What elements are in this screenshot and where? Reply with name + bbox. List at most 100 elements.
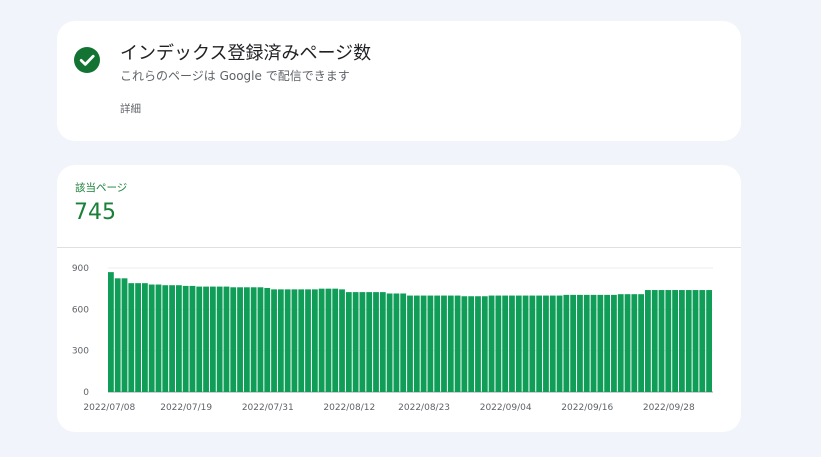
chart-bar[interactable] — [522, 295, 529, 392]
chart-bar[interactable] — [325, 288, 332, 392]
indexed-pages-chart-card: 該当ページ 745 0 300 600 900 2022/07/08 2022/07/19… — [57, 165, 741, 432]
chart-bar[interactable] — [277, 289, 284, 392]
chart-bar[interactable] — [631, 294, 638, 392]
metric-value: 745 — [74, 200, 116, 225]
chart-bar[interactable] — [345, 292, 352, 392]
chart-bar[interactable] — [209, 286, 216, 392]
chart-bar[interactable] — [291, 289, 298, 392]
chart-bar[interactable] — [243, 287, 250, 392]
chart-bar[interactable] — [135, 283, 141, 392]
chart-bar[interactable] — [481, 296, 488, 392]
chart-bar[interactable] — [305, 289, 311, 392]
chart-bar[interactable] — [407, 295, 413, 392]
chart-bar[interactable] — [488, 295, 495, 392]
chart-bar[interactable] — [672, 290, 679, 392]
chart-bar[interactable] — [617, 294, 624, 392]
chart-bar[interactable] — [230, 287, 237, 392]
chart-bar[interactable] — [393, 293, 400, 392]
chart-bar[interactable] — [549, 295, 556, 392]
chart-bar[interactable] — [332, 288, 339, 392]
chart-bar[interactable] — [386, 293, 393, 392]
chart-bar[interactable] — [597, 294, 604, 392]
chart-bar[interactable] — [651, 290, 658, 392]
chart-bar[interactable] — [624, 294, 631, 392]
chart-bar[interactable] — [556, 295, 563, 392]
status-subtitle: これらのページは Google で配信できます — [120, 69, 350, 83]
details-link[interactable]: 詳細 — [120, 102, 141, 116]
chart-bar[interactable] — [318, 288, 325, 392]
x-tick-label: 2022/09/16 — [561, 403, 613, 413]
chart-bar[interactable] — [216, 286, 223, 392]
chart-bar[interactable] — [563, 294, 570, 392]
chart-bar[interactable] — [699, 290, 706, 392]
chart-bar[interactable] — [509, 295, 515, 392]
chart-bar[interactable] — [441, 295, 447, 392]
x-tick-label: 2022/09/28 — [643, 403, 695, 413]
chart-bar[interactable] — [114, 278, 121, 392]
chart-bar[interactable] — [203, 286, 209, 392]
chart-bar[interactable] — [434, 295, 441, 392]
chart-bar[interactable] — [189, 285, 196, 392]
chart-bar[interactable] — [141, 283, 148, 392]
chart-bar[interactable] — [679, 290, 685, 392]
chart-bar[interactable] — [611, 294, 617, 392]
chart-bar[interactable] — [155, 284, 162, 392]
chart-bar[interactable] — [590, 294, 597, 392]
chart-bar[interactable] — [128, 283, 135, 392]
chart-bar[interactable] — [413, 295, 420, 392]
chart-bar[interactable] — [257, 287, 264, 392]
chart-bar[interactable] — [121, 278, 128, 392]
chart-bar[interactable] — [583, 294, 590, 392]
chart-bar[interactable] — [339, 289, 345, 392]
chart-bar[interactable] — [196, 286, 203, 392]
chart-bar[interactable] — [706, 290, 712, 392]
chart-bar[interactable] — [461, 296, 468, 392]
chart-bar[interactable] — [543, 295, 549, 392]
chart-bar[interactable] — [298, 289, 305, 392]
chart-bar[interactable] — [352, 292, 359, 392]
chart-bar[interactable] — [692, 290, 699, 392]
chart-bar[interactable] — [223, 286, 230, 392]
chart-bar[interactable] — [250, 287, 257, 392]
chart-bar[interactable] — [148, 284, 155, 392]
chart-bar[interactable] — [454, 295, 461, 392]
chart-bar[interactable] — [311, 289, 318, 392]
chart-bar[interactable] — [284, 289, 291, 392]
y-tick-label: 600 — [72, 305, 89, 315]
chart-bar[interactable] — [271, 289, 277, 392]
chart-bar[interactable] — [645, 290, 651, 392]
chart-bar[interactable] — [237, 287, 243, 392]
status-title: インデックス登録済みページ数 — [120, 43, 372, 64]
chart-bar[interactable] — [475, 296, 481, 392]
chart-bar[interactable] — [108, 272, 114, 392]
chart-bar[interactable] — [420, 295, 427, 392]
chart-bar[interactable] — [638, 294, 645, 392]
chart-bar[interactable] — [536, 295, 543, 392]
chart-bar[interactable] — [658, 290, 665, 392]
chart-bar[interactable] — [264, 287, 271, 392]
y-tick-label: 0 — [83, 388, 89, 398]
chart-bar[interactable] — [182, 285, 189, 392]
chart-bar[interactable] — [468, 296, 475, 392]
chart-bar[interactable] — [379, 292, 386, 392]
chart-bar[interactable] — [373, 292, 379, 392]
chart-bar[interactable] — [577, 294, 583, 392]
chart-bar[interactable] — [366, 292, 373, 392]
chart-bar[interactable] — [502, 295, 509, 392]
chart-bar[interactable] — [427, 295, 434, 392]
chart-bar[interactable] — [665, 290, 672, 392]
indexed-pages-bar-chart: 0 300 600 900 2022/07/08 2022/07/19 2022/07/31… — [72, 264, 713, 413]
chart-bar[interactable] — [400, 293, 407, 392]
chart-bar[interactable] — [162, 285, 169, 392]
chart-bar[interactable] — [570, 294, 577, 392]
chart-bar[interactable] — [685, 290, 692, 392]
chart-bar[interactable] — [447, 295, 454, 392]
chart-bar[interactable] — [515, 295, 522, 392]
chart-bar[interactable] — [495, 295, 502, 392]
chart-bars — [108, 272, 712, 392]
chart-bar[interactable] — [529, 295, 536, 392]
chart-bar[interactable] — [175, 285, 182, 392]
chart-bar[interactable] — [604, 294, 611, 392]
chart-bar[interactable] — [169, 285, 175, 392]
chart-bar[interactable] — [359, 292, 366, 392]
